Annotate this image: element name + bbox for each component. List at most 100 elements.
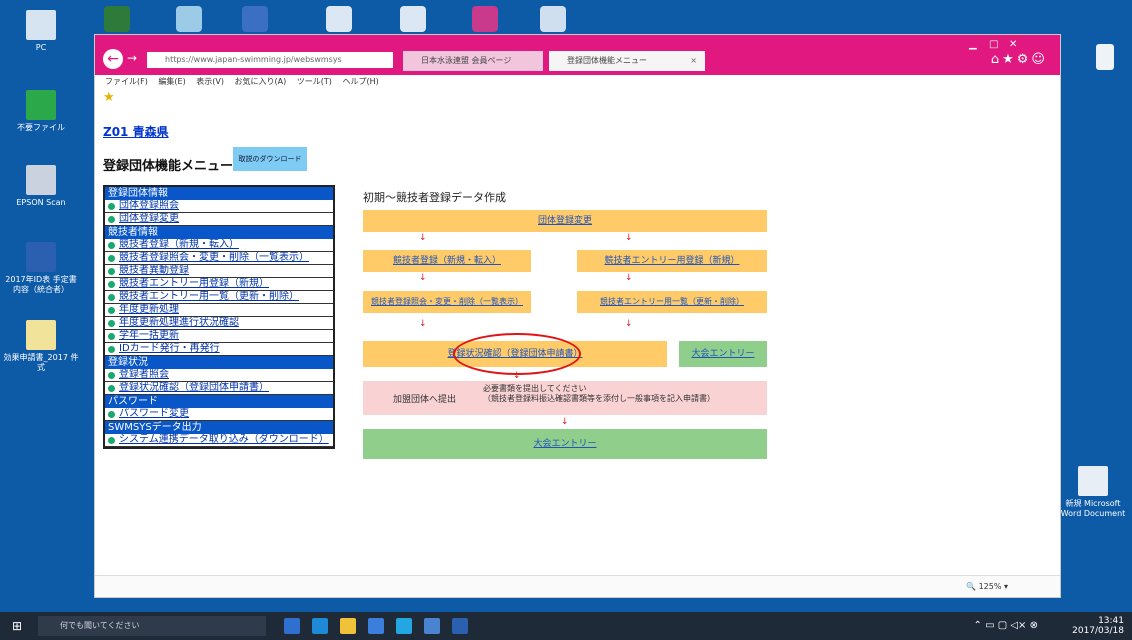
menu-tools[interactable]: ツール(T) xyxy=(297,77,332,86)
tab-member-page[interactable]: 日本水泳連盟 会員ページ xyxy=(403,51,543,71)
sidebar-item[interactable]: 団体登録照会 xyxy=(105,200,333,213)
sidebar-section-header: 登録状況 xyxy=(105,356,333,369)
desktop-icon-recycle[interactable]: 不要ファイル xyxy=(2,90,80,133)
flow-title: 初期～競技者登録データ作成 xyxy=(363,191,506,204)
maximize-icon[interactable]: □ xyxy=(989,39,998,50)
app-icon[interactable] xyxy=(326,6,352,32)
sidebar-item[interactable]: 競技者登録（新規・転入） xyxy=(105,239,333,252)
sidebar-section-header: 競技者情報 xyxy=(105,226,333,239)
favorites-bar: ★ xyxy=(95,89,1060,107)
submit-note: 必要書類を提出してください （競技者登録料振込確認書類等を添付し一般事項を記入申… xyxy=(483,384,715,403)
download-manual-button[interactable]: 取説のダウンロード xyxy=(233,147,307,171)
highlight-circle xyxy=(453,333,581,375)
word-doc-icon xyxy=(1078,466,1108,496)
sidebar-section-header: パスワード xyxy=(105,395,333,408)
flow-athlete-list[interactable]: 競技者登録照会・変更・削除（一覧表示） xyxy=(363,291,531,313)
arrow-down: ↓ xyxy=(561,417,569,427)
usb-icon[interactable] xyxy=(1096,44,1114,70)
mic-icon[interactable] xyxy=(284,618,300,634)
windows-start-icon[interactable]: ⊞ xyxy=(12,619,22,633)
flow-entry-list[interactable]: 競技者エントリー用一覧（更新・削除） xyxy=(577,291,767,313)
scanner-icon xyxy=(26,165,56,195)
ie-icon[interactable] xyxy=(396,618,412,634)
app-icon[interactable] xyxy=(424,618,440,634)
arrow-down: ↓ xyxy=(625,233,633,243)
sidebar-section-header: 登録団体情報 xyxy=(105,187,333,200)
edge-icon[interactable] xyxy=(312,618,328,634)
arrow-down: ↓ xyxy=(625,273,633,283)
tab-menu[interactable]: 登録団体機能メニュー × xyxy=(549,51,705,71)
status-bar: 🔍 125% ▾ xyxy=(95,575,1060,597)
close-tab-icon[interactable]: × xyxy=(690,51,697,71)
menu-edit[interactable]: 編集(E) xyxy=(158,77,185,86)
clock-date[interactable]: 2017/03/18 xyxy=(1072,626,1124,636)
sidebar-item[interactable]: 年度更新処理 xyxy=(105,304,333,317)
side-menu: 登録団体情報 団体登録照会 団体登録変更 競技者情報 競技者登録（新規・転入） 競技者登録… xyxy=(103,185,335,449)
desktop-icon-doc2[interactable]: 効果申請書_2017 件式 xyxy=(2,320,80,373)
app-icon[interactable] xyxy=(472,6,498,32)
sidebar-item[interactable]: 競技者異動登録 xyxy=(105,265,333,278)
app-icon[interactable] xyxy=(176,6,202,32)
recycle-bin-icon xyxy=(26,90,56,120)
tray-icons[interactable]: ⌃ ▭ ▢ ◁× ⊗ xyxy=(974,621,1038,631)
archive-icon xyxy=(26,320,56,350)
submit-label: 加盟団体へ提出 xyxy=(393,395,457,405)
browser-titlebar: ← → https://www.japan-swimming.jp/webswm… xyxy=(95,35,1060,75)
arrow-down: ↓ xyxy=(419,233,427,243)
sidebar-item[interactable]: 競技者エントリー用登録（新規） xyxy=(105,278,333,291)
flow-entry-register[interactable]: 競技者エントリー用登録（新規） xyxy=(577,250,767,272)
zoom-level[interactable]: 🔍 125% ▾ xyxy=(966,582,1008,591)
outlook-icon[interactable] xyxy=(242,6,268,32)
desktop-icon-epson[interactable]: EPSON Scan xyxy=(2,165,80,208)
flow-team-register[interactable]: 団体登録変更 xyxy=(363,210,767,232)
menu-file[interactable]: ファイル(F) xyxy=(105,77,148,86)
sidebar-item[interactable]: 登録者照会 xyxy=(105,369,333,382)
sidebar-item[interactable]: IDカード発行・再発行 xyxy=(105,343,333,356)
flow-final-entry[interactable]: 大会エントリー xyxy=(363,429,767,459)
store-icon[interactable] xyxy=(368,618,384,634)
flow-athlete-register[interactable]: 競技者登録（新規・転入） xyxy=(363,250,531,272)
menu-bar: ファイル(F) 編集(E) 表示(V) お気に入り(A) ツール(T) ヘルプ(… xyxy=(95,75,1060,89)
browser-toolbar-icons[interactable]: ⌂★⚙☺ xyxy=(991,52,1048,67)
arrow-down: ↓ xyxy=(625,319,633,329)
page-title: 登録団体機能メニュー xyxy=(103,159,234,174)
sidebar-item[interactable]: 競技者登録照会・変更・削除（一覧表示） xyxy=(105,252,333,265)
page-content: Z01 青森県 登録団体機能メニュー 取説のダウンロード 登録団体情報 団体登録照… xyxy=(95,109,1060,577)
pc-icon xyxy=(26,10,56,40)
menu-view[interactable]: 表示(V) xyxy=(196,77,224,86)
browser-window: ← → https://www.japan-swimming.jp/webswm… xyxy=(94,34,1061,598)
app-icon[interactable] xyxy=(104,6,130,32)
menu-help[interactable]: ヘルプ(H) xyxy=(342,77,378,86)
sidebar-item[interactable]: 登録状況確認（登録団体申請書） xyxy=(105,382,333,395)
sidebar-item[interactable]: 年度更新処理進行状況確認 xyxy=(105,317,333,330)
back-button[interactable]: ← xyxy=(103,49,123,69)
system-tray: ⌃ ▭ ▢ ◁× ⊗ 13:41 2017/03/18 xyxy=(974,616,1124,636)
word-icon[interactable] xyxy=(452,618,468,634)
sidebar-item[interactable]: システム連携データ取り込み（ダウンロード） xyxy=(105,434,333,447)
sidebar-item[interactable]: パスワード変更 xyxy=(105,408,333,421)
flow-entry-button[interactable]: 大会エントリー xyxy=(679,341,767,367)
clock-time[interactable]: 13:41 xyxy=(1072,616,1124,626)
close-window-icon[interactable]: ✕ xyxy=(1009,39,1017,50)
desktop-icon-pc[interactable]: PC xyxy=(2,10,80,53)
desktop-icon-word-new[interactable]: 新規 Microsoft Word Document xyxy=(1054,466,1132,519)
sidebar-item[interactable]: 学年一括更新 xyxy=(105,330,333,343)
arrow-down: ↓ xyxy=(419,273,427,283)
sidebar-item[interactable]: 競技者エントリー用一覧（更新・削除） xyxy=(105,291,333,304)
arrow-down: ↓ xyxy=(419,319,427,329)
forward-icon[interactable]: → xyxy=(127,51,137,65)
flow-submit-box: 加盟団体へ提出 必要書類を提出してください （競技者登録料振込確認書類等を添付し… xyxy=(363,381,767,415)
arrow-down: ↓ xyxy=(513,371,521,381)
minimize-icon[interactable]: ▁ xyxy=(969,39,977,50)
desktop-icon-doc1[interactable]: 2017年ID表 手定書内容（統合者） xyxy=(2,242,80,295)
org-link[interactable]: Z01 青森県 xyxy=(103,123,169,140)
address-bar[interactable]: https://www.japan-swimming.jp/webswmsys xyxy=(147,52,393,68)
menu-favorites[interactable]: お気に入り(A) xyxy=(235,77,287,86)
sidebar-item[interactable]: 団体登録変更 xyxy=(105,213,333,226)
app-icon[interactable] xyxy=(540,6,566,32)
explorer-icon[interactable] xyxy=(340,618,356,634)
search-input[interactable]: 何でも聞いてください xyxy=(38,616,266,636)
app-icon[interactable] xyxy=(400,6,426,32)
favorites-star-icon[interactable]: ★ xyxy=(103,90,115,105)
sidebar-section-header: SWMSYSデータ出力 xyxy=(105,421,333,434)
